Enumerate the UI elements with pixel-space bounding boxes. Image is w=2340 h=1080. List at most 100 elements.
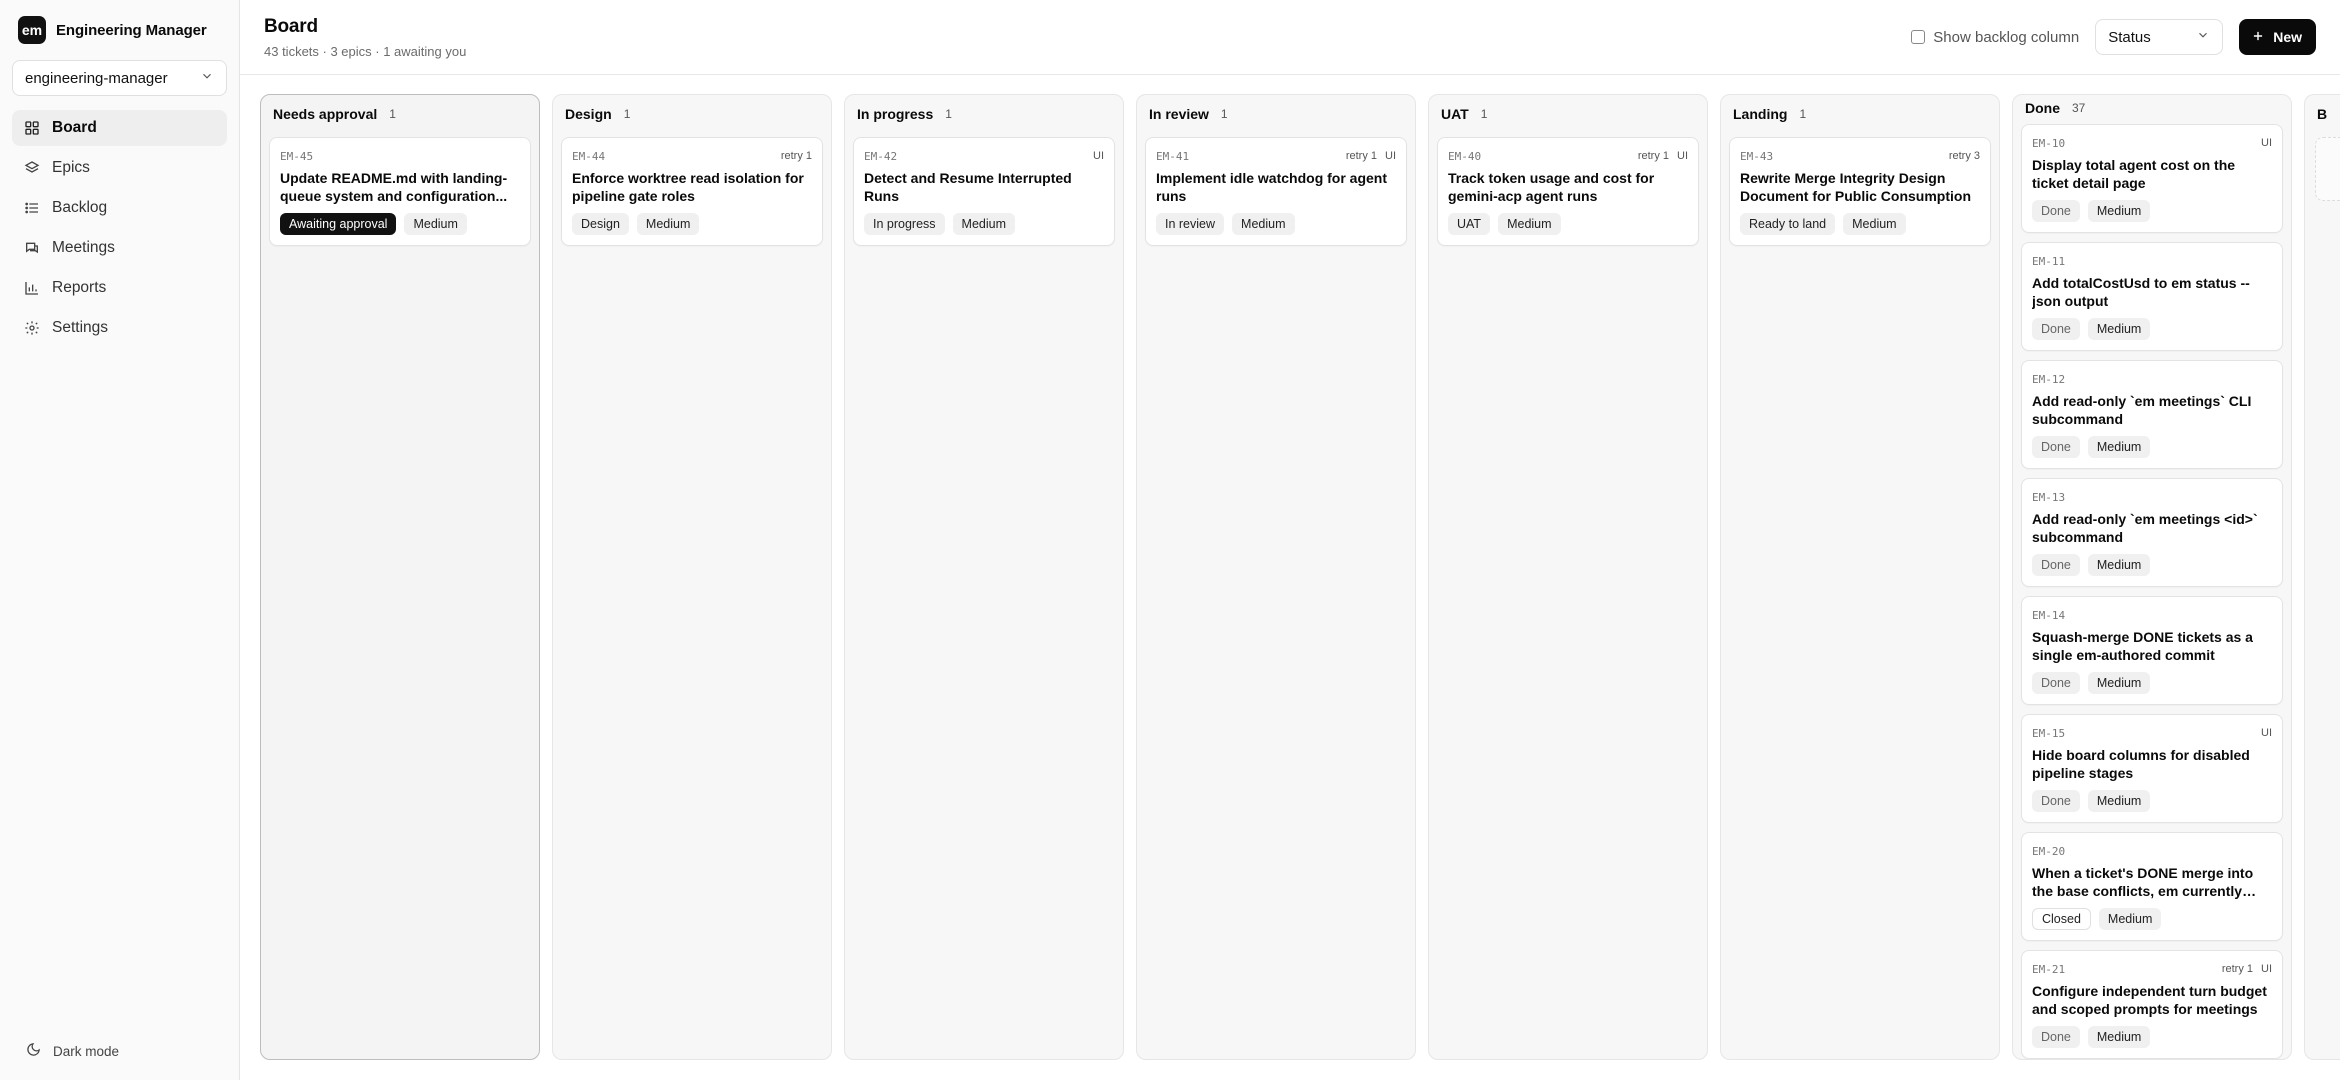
sidebar: em Engineering Manager engineering-manag…: [0, 0, 240, 1080]
board-column: In review 1 EM-41 retry 1 UI Implement idle w…: [1136, 94, 1416, 1060]
status-badge: Done: [2032, 436, 2080, 458]
ticket-card[interactable]: EM-13 Add read-only `em meetings <id>` su…: [2021, 478, 2283, 587]
board-column: In progress 1 EM-42 UI Detect and Resume Int…: [844, 94, 1124, 1060]
ticket-card[interactable]: EM-42 UI Detect and Resume Interrupted Run…: [853, 137, 1115, 246]
ticket-card-header: EM-12: [2032, 372, 2272, 386]
ticket-title: Enforce worktree read isolation for pipe…: [572, 170, 804, 204]
app-root: em Engineering Manager engineering-manag…: [0, 0, 2340, 1080]
status-badge: Done: [2032, 200, 2080, 222]
show-backlog-toggle[interactable]: Show backlog column: [1911, 29, 2079, 46]
sidebar-item-backlog[interactable]: Backlog: [12, 190, 227, 226]
ticket-card[interactable]: EM-10 UI Display total agent cost on the t…: [2021, 124, 2283, 233]
status-badge: Done: [2032, 1026, 2080, 1048]
status-badge: UAT: [1448, 213, 1491, 235]
ticket-card[interactable]: EM-45 Update README.md with landing-queue…: [269, 137, 531, 246]
status-badge: In review: [1156, 213, 1225, 235]
ticket-card[interactable]: EM-44 retry 1 Enforce worktree read isolat…: [561, 137, 823, 246]
ticket-badges: Done Medium: [2032, 790, 2272, 812]
ticket-id: EM-40: [1448, 149, 1482, 163]
ticket-card[interactable]: EM-43 retry 3 Rewrite Merge Integrity Desi…: [1729, 137, 1991, 246]
ticket-title: Add totalCostUsd to em status --json out…: [2032, 275, 2250, 309]
column-count: 1: [945, 107, 952, 121]
priority-badge: Medium: [2087, 200, 2151, 222]
ui-tag: UI: [1385, 150, 1396, 162]
ui-tag: UI: [2261, 963, 2272, 975]
brand[interactable]: em Engineering Manager: [12, 14, 227, 44]
ticket-title: Rewrite Merge Integrity Design Document …: [1740, 170, 1971, 204]
board-column: Design 1 EM-44 retry 1 Enforce worktree read…: [552, 94, 832, 1060]
board-column: Done 37 EM-10 UI Display total agent cost on…: [2012, 94, 2292, 1060]
priority-badge: Medium: [2098, 908, 2162, 930]
sidebar-item-board[interactable]: Board: [12, 110, 227, 146]
ticket-title: Track token usage and cost for gemini-ac…: [1448, 170, 1655, 204]
column-name: UAT: [1441, 106, 1469, 122]
column-header: In progress 1: [845, 95, 1123, 133]
sidebar-item-label: Backlog: [52, 199, 108, 216]
retry-label: retry 1: [1345, 150, 1377, 162]
column-header: UAT 1: [1429, 95, 1707, 133]
ticket-badges: Done Medium: [2032, 318, 2272, 340]
ui-tag: UI: [1677, 150, 1688, 162]
ticket-id: EM-41: [1156, 149, 1190, 163]
column-name: In review: [1149, 106, 1209, 122]
ticket-card-header: EM-10 UI: [2032, 136, 2272, 150]
ticket-card[interactable]: EM-41 retry 1 UI Implement idle watchdog fo…: [1145, 137, 1407, 246]
plus-icon: [2251, 29, 2265, 46]
ticket-meta: UI: [2261, 137, 2272, 149]
ticket-meta: retry 1: [781, 150, 812, 162]
chevron-down-icon: [2196, 28, 2210, 46]
ticket-title: Configure independent turn budget and sc…: [2032, 983, 2267, 1017]
priority-badge: Medium: [2087, 318, 2151, 340]
sidebar-item-meetings[interactable]: Meetings: [12, 230, 227, 266]
retry-label: retry 3: [1948, 150, 1980, 162]
ticket-title: Update README.md with landing-queue syst…: [280, 170, 508, 204]
sidebar-item-reports[interactable]: Reports: [12, 270, 227, 306]
status-badge: Done: [2032, 318, 2080, 340]
ticket-id: EM-42: [864, 149, 898, 163]
card-list: EM-42 UI Detect and Resume Interrupted Run…: [845, 133, 1123, 246]
sidebar-item-label: Epics: [52, 159, 90, 176]
dark-mode-label: Dark mode: [53, 1043, 120, 1059]
show-backlog-checkbox[interactable]: [1911, 30, 1926, 44]
status-badge: Done: [2032, 790, 2080, 812]
column-count: 1: [623, 107, 631, 121]
ticket-card[interactable]: EM-40 retry 1 UI Track token usage and cost…: [1437, 137, 1699, 246]
board-column: UAT 1 EM-40 retry 1 UI Track token usage and …: [1428, 94, 1708, 1060]
ticket-card-header: EM-43 retry 3: [1740, 149, 1980, 163]
new-ticket-label: New: [2273, 29, 2302, 45]
ticket-card-header: EM-14: [2032, 608, 2272, 622]
ticket-card[interactable]: EM-21 retry 1 UI Configure independent turn…: [2021, 950, 2283, 1059]
column-count: 1: [1220, 107, 1228, 121]
column-count: 1: [1480, 107, 1488, 121]
priority-badge: Medium: [1498, 213, 1561, 235]
card-list: EM-44 retry 1 Enforce worktree read isolat…: [553, 133, 831, 246]
ticket-card[interactable]: EM-20 When a ticket's DONE merge into the…: [2021, 832, 2283, 941]
new-ticket-button[interactable]: New: [2239, 19, 2316, 55]
ticket-meta: retry 1 UI: [1346, 150, 1396, 162]
ui-tag: UI: [2261, 137, 2272, 149]
ticket-card[interactable]: EM-12 Add read-only `em meetings` CLI sub…: [2021, 360, 2283, 469]
sidebar-item-label: Settings: [52, 319, 109, 336]
column-count: 37: [2072, 100, 2086, 115]
status-badge: Awaiting approval: [280, 213, 397, 235]
ticket-meta: UI: [1093, 150, 1104, 162]
main: Board 43 tickets · 3 epics · 1 awaiting …: [240, 0, 2340, 1080]
column-header: Needs approval 1: [261, 95, 539, 133]
page-heading: Board 43 tickets · 3 epics · 1 awaiting …: [264, 16, 466, 59]
ticket-card[interactable]: EM-15 UI Hide board columns for disabled p…: [2021, 714, 2283, 823]
project-select[interactable]: engineering-manager: [12, 60, 227, 96]
ticket-card[interactable]: EM-14 Squash-merge DONE tickets as a sing…: [2021, 596, 2283, 705]
ticket-badges: Awaiting approval Medium: [280, 213, 520, 235]
status-select[interactable]: Status: [2095, 19, 2224, 55]
dark-mode-toggle[interactable]: Dark mode: [12, 1034, 227, 1068]
app-logo: em: [18, 16, 46, 44]
ticket-card[interactable]: EM-11 Add totalCostUsd to em status --jso…: [2021, 242, 2283, 351]
ticket-card-partial[interactable]: [2315, 137, 2340, 201]
sidebar-item-settings[interactable]: Settings: [12, 310, 227, 346]
ticket-badges: In review Medium: [1156, 213, 1396, 235]
ticket-title: Detect and Resume Interrupted Runs: [864, 170, 1072, 204]
ticket-card-header: EM-15 UI: [2032, 726, 2272, 740]
priority-badge: Medium: [2087, 790, 2151, 812]
sidebar-item-epics[interactable]: Epics: [12, 150, 227, 186]
ticket-meta: UI: [2261, 727, 2272, 739]
